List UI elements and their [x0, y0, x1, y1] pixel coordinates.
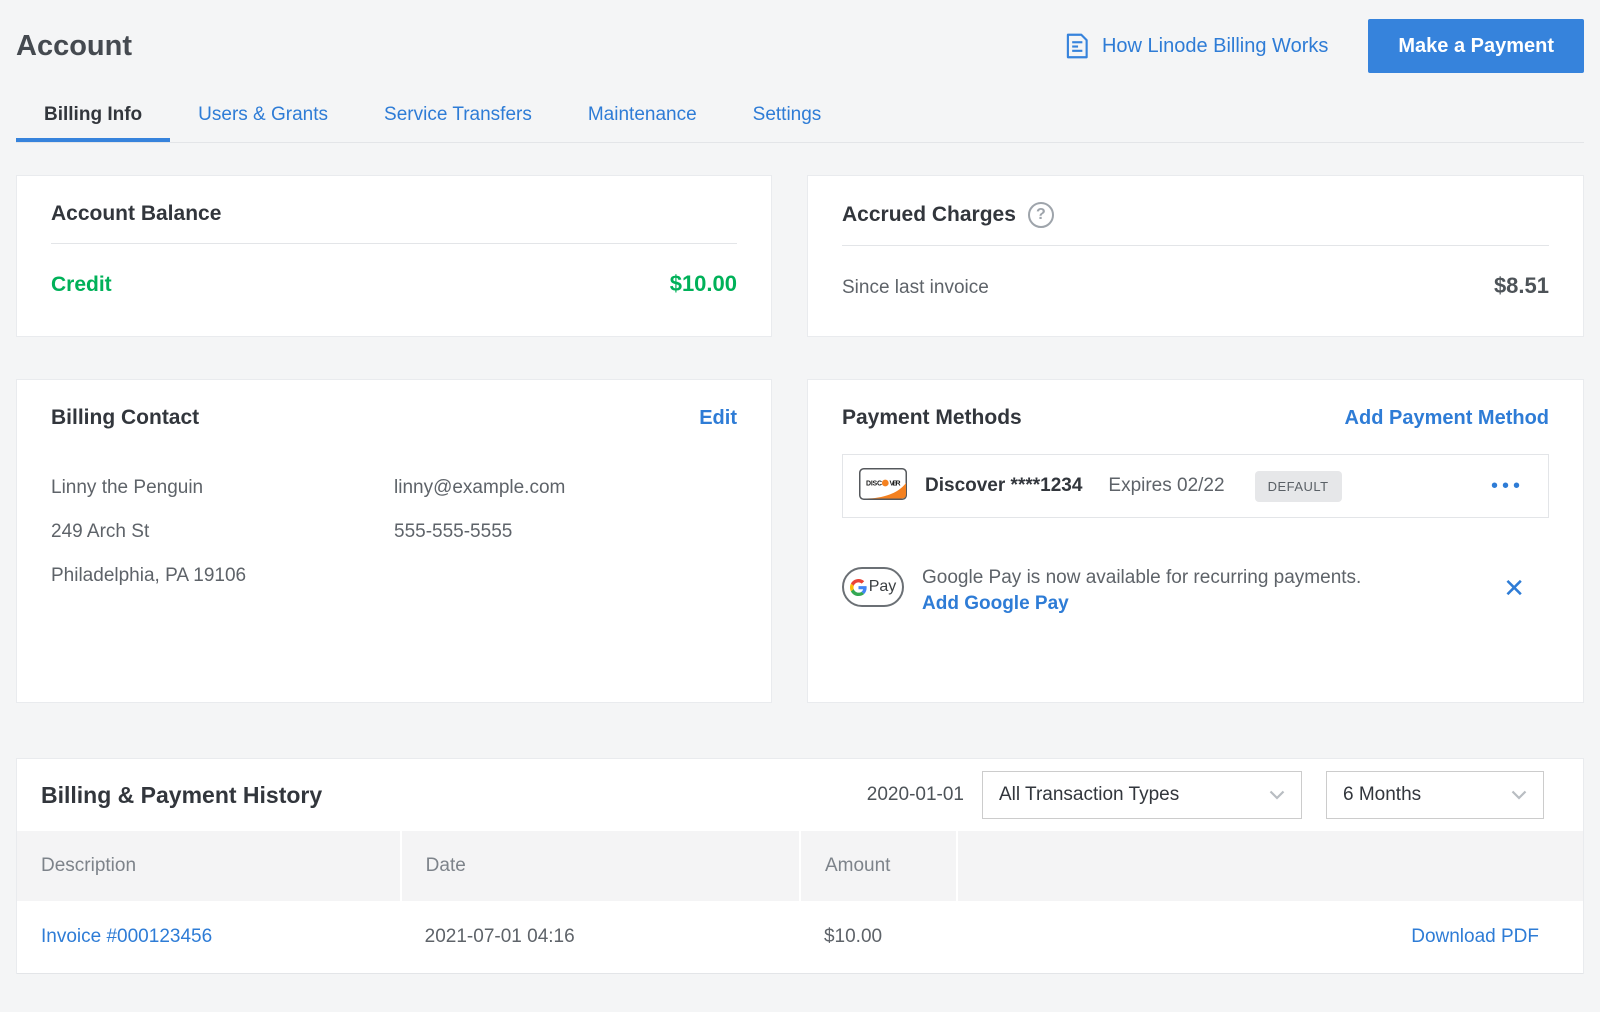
billing-history-section: Billing & Payment History 2020-01-01 All… — [16, 758, 1584, 974]
accrued-charges-title: Accrued Charges ? — [842, 202, 1054, 228]
gpay-logo-text: Pay — [869, 578, 897, 596]
card-expiry: Expires 02/22 — [1108, 475, 1224, 497]
divider — [842, 245, 1549, 246]
make-payment-button[interactable]: Make a Payment — [1368, 19, 1584, 73]
column-date: Date — [401, 831, 800, 901]
topbar-actions: How Linode Billing Works Make a Payment — [1062, 19, 1584, 73]
invoice-amount: $10.00 — [800, 901, 957, 974]
topbar: Account How Linode Billing Works Make a … — [16, 0, 1584, 74]
download-pdf-link[interactable]: Download PDF — [1411, 926, 1539, 947]
history-start-date: 2020-01-01 — [867, 784, 964, 806]
svg-text:DISC: DISC — [866, 480, 882, 487]
divider — [51, 243, 737, 244]
tab-service-transfers[interactable]: Service Transfers — [356, 92, 560, 142]
history-title: Billing & Payment History — [41, 782, 322, 809]
card-label: Discover ****1234 — [925, 475, 1082, 497]
since-last-invoice-label: Since last invoice — [842, 277, 989, 299]
tab-settings[interactable]: Settings — [725, 92, 850, 142]
tab-maintenance[interactable]: Maintenance — [560, 92, 725, 142]
close-icon[interactable]: ✕ — [1503, 575, 1525, 601]
contact-address1: 249 Arch St — [51, 520, 394, 544]
help-icon[interactable]: ? — [1028, 202, 1054, 228]
contact-email: linny@example.com — [394, 476, 737, 500]
account-balance-amount: $10.00 — [670, 271, 737, 297]
invoice-link[interactable]: Invoice #000123456 — [41, 926, 212, 947]
history-header-row: Description Date Amount — [17, 831, 1583, 901]
tab-billing-info[interactable]: Billing Info — [16, 92, 170, 142]
how-billing-works-link[interactable]: How Linode Billing Works — [1062, 31, 1328, 61]
credit-label: Credit — [51, 273, 112, 297]
invoice-date: 2021-07-01 04:16 — [401, 901, 800, 974]
contact-address-column: Linny the Penguin 249 Arch St Philadelph… — [51, 476, 394, 608]
payment-methods-title: Payment Methods — [842, 406, 1022, 430]
edit-contact-link[interactable]: Edit — [699, 407, 737, 430]
account-balance-card: Account Balance Credit $10.00 — [16, 175, 772, 337]
how-billing-works-label: How Linode Billing Works — [1102, 35, 1328, 58]
contact-comm-column: linny@example.com 555-555-5555 — [394, 476, 737, 608]
page-title: Account — [16, 30, 132, 63]
add-payment-method-link[interactable]: Add Payment Method — [1345, 407, 1549, 430]
accrued-charges-amount: $8.51 — [1494, 273, 1549, 299]
gpay-message: Google Pay is now available for recurrin… — [922, 563, 1361, 593]
google-pay-icon: Pay — [842, 567, 904, 607]
gpay-promo-row: Pay Google Pay is now available for recu… — [842, 563, 1549, 615]
chevron-down-icon — [1269, 784, 1285, 806]
contact-phone: 555-555-5555 — [394, 520, 737, 544]
transaction-type-value: All Transaction Types — [999, 784, 1179, 806]
payment-method-row: DISC VER Discover ****1234 Expires 02/22… — [842, 454, 1549, 518]
transaction-type-select[interactable]: All Transaction Types — [982, 771, 1302, 819]
billing-contact-title: Billing Contact — [51, 406, 199, 430]
billing-page: Account How Linode Billing Works Make a … — [0, 0, 1600, 1012]
account-balance-title: Account Balance — [51, 202, 221, 226]
account-tabs: Billing Info Users & Grants Service Tran… — [16, 92, 1584, 143]
date-range-value: 6 Months — [1343, 784, 1421, 806]
accrued-charges-card: Accrued Charges ? Since last invoice $8.… — [807, 175, 1584, 337]
card-actions-menu-icon[interactable]: ••• — [1491, 475, 1524, 498]
chevron-down-icon — [1511, 784, 1527, 806]
add-google-pay-link[interactable]: Add Google Pay — [922, 593, 1069, 614]
summary-row: Account Balance Credit $10.00 Accrued Ch… — [16, 175, 1584, 337]
document-icon — [1062, 31, 1092, 61]
column-description: Description — [17, 831, 401, 901]
svg-text:VER: VER — [890, 480, 901, 487]
contact-name: Linny the Penguin — [51, 476, 394, 500]
billing-contact-card: Billing Contact Edit Linny the Penguin 2… — [16, 379, 772, 703]
accrued-charges-title-text: Accrued Charges — [842, 203, 1016, 227]
tab-users-grants[interactable]: Users & Grants — [170, 92, 356, 142]
date-range-select[interactable]: 6 Months — [1326, 771, 1544, 819]
payment-methods-card: Payment Methods Add Payment Method DISC … — [807, 379, 1584, 703]
details-row: Billing Contact Edit Linny the Penguin 2… — [16, 379, 1584, 703]
discover-card-icon: DISC VER — [859, 468, 907, 505]
column-amount: Amount — [800, 831, 957, 901]
column-actions — [957, 831, 1583, 901]
contact-address2: Philadelphia, PA 19106 — [51, 564, 394, 588]
history-filters: 2020-01-01 All Transaction Types 6 Month… — [867, 771, 1544, 819]
table-row: Invoice #000123456 2021-07-01 04:16 $10.… — [17, 901, 1583, 974]
default-badge: DEFAULT — [1255, 471, 1342, 502]
history-table: Description Date Amount Invoice #0001234… — [17, 831, 1583, 974]
